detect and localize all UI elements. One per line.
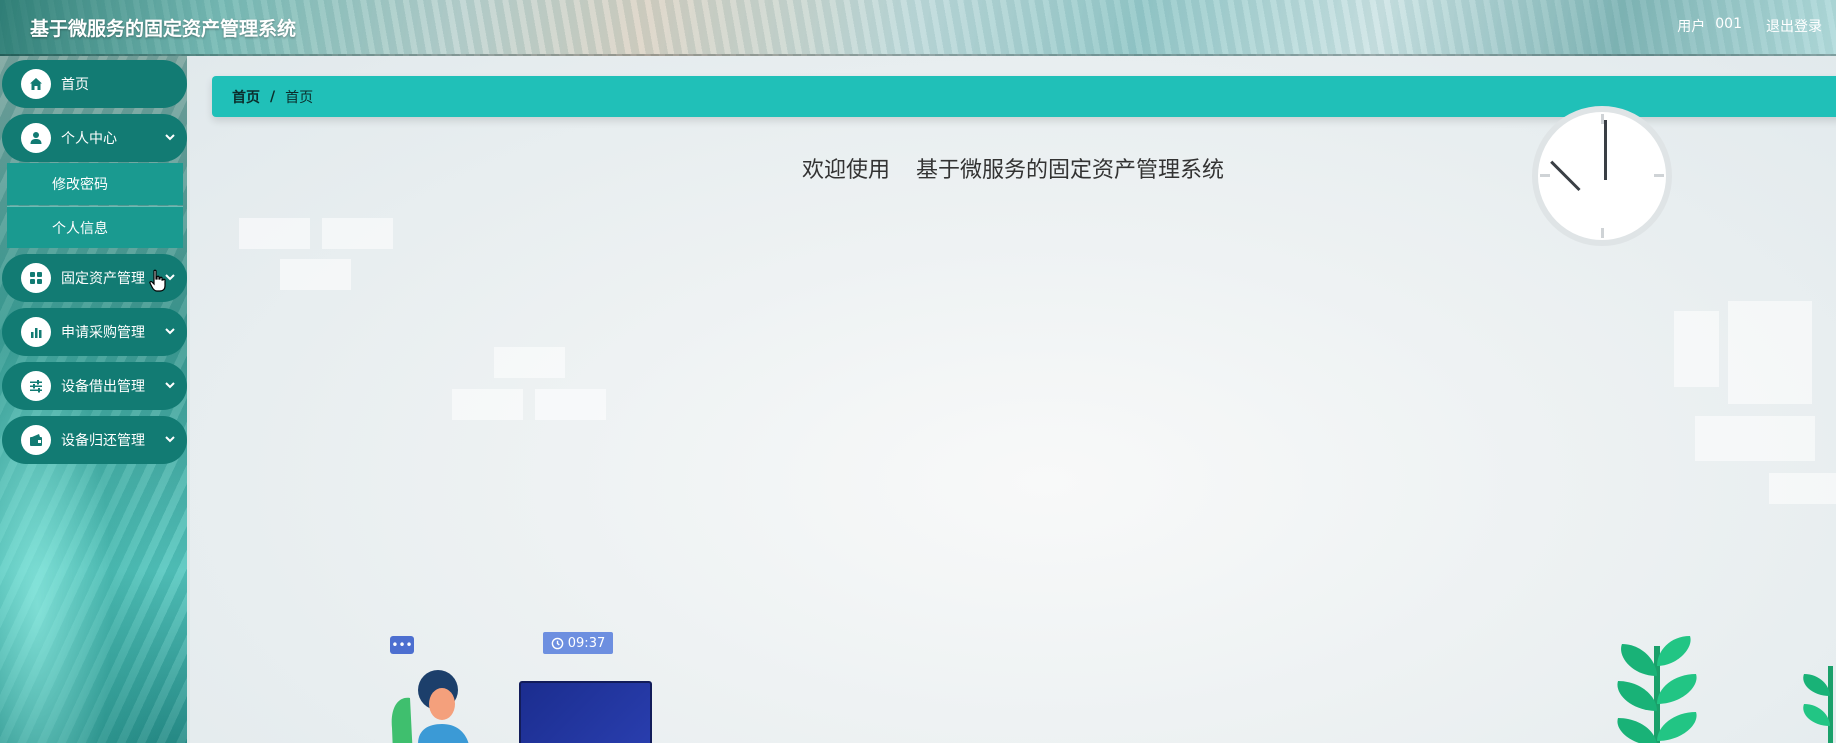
sliders-icon [21,371,51,401]
monitor-illustration [519,681,652,743]
sidebar-item-label: 设备归还管理 [61,433,145,449]
bar-chart-icon [21,317,51,347]
person-illustration [388,658,470,743]
sidebar: 首页 个人中心 修改密码 个人信息 固定资产管理 申请采购管理 设备借出管理 设… [0,56,190,743]
sidebar-item-personal-center[interactable]: 个人中心 [2,114,187,162]
user-info: 用户 001 [1677,16,1742,36]
sidebar-item-label: 固定资产管理 [61,271,145,287]
clock-illustration [1532,106,1672,246]
sidebar-item-label: 个人中心 [61,131,117,147]
decor-tile [494,347,565,378]
app-title: 基于微服务的固定资产管理系统 [30,18,297,40]
sidebar-item-label: 首页 [61,77,89,93]
breadcrumb-current: 首页 [285,89,314,106]
sidebar-item-return-management[interactable]: 设备归还管理 [2,416,187,464]
clock-icon [551,637,564,649]
chat-bubble-icon: ••• [390,636,414,654]
decor-tile [1769,473,1836,504]
submenu-item-label: 个人信息 [52,220,108,237]
decor-tile [280,259,351,290]
submenu-item-personal-info[interactable]: 个人信息 [7,206,183,248]
decor-tile [1695,416,1815,461]
chevron-down-icon [165,130,175,141]
user-area: 用户 001 退出登录 [1677,16,1822,36]
sidebar-item-label: 申请采购管理 [61,325,145,341]
grid-icon [21,263,51,293]
time-badge: 09:37 [543,632,613,654]
chevron-down-icon [165,378,175,389]
wallet-icon [21,425,51,455]
chevron-down-icon [165,270,175,281]
decor-tile [1728,301,1812,404]
sidebar-item-purchase-management[interactable]: 申请采购管理 [2,308,187,356]
decor-tile [322,218,393,249]
user-icon [21,123,51,153]
hand-pointer-icon [148,269,166,293]
submenu-item-change-password[interactable]: 修改密码 [7,163,183,205]
chevron-down-icon [165,324,175,335]
submenu-item-label: 修改密码 [52,177,108,193]
decor-tile [452,389,523,420]
chat-dots: ••• [391,638,413,652]
sidebar-item-label: 设备借出管理 [61,379,145,395]
home-icon [21,69,51,99]
chevron-down-icon [165,432,175,443]
sidebar-item-home[interactable]: 首页 [2,60,187,108]
breadcrumb-home-link[interactable]: 首页 [232,87,260,107]
breadcrumb-separator: / [270,88,276,105]
top-header: 基于微服务的固定资产管理系统 用户 001 退出登录 [0,0,1836,56]
decor-tile [239,218,310,249]
decor-tile [535,389,606,420]
sidebar-item-lending-management[interactable]: 设备借出管理 [2,362,187,410]
user-label: 用户 [1677,19,1706,35]
time-badge-text: 09:37 [567,635,606,651]
main-content: 首页 / 首页 欢迎使用 基于微服务的固定资产管理系统 ••• 09:37 [190,56,1836,743]
decor-tile [1674,311,1719,387]
user-name: 001 [1715,16,1742,32]
plant-illustration [1794,656,1836,743]
welcome-prefix: 欢迎使用 [801,158,890,183]
logout-link[interactable]: 退出登录 [1766,16,1822,36]
welcome-system-name: 基于微服务的固定资产管理系统 [916,158,1225,183]
plant-illustration [1602,626,1712,743]
